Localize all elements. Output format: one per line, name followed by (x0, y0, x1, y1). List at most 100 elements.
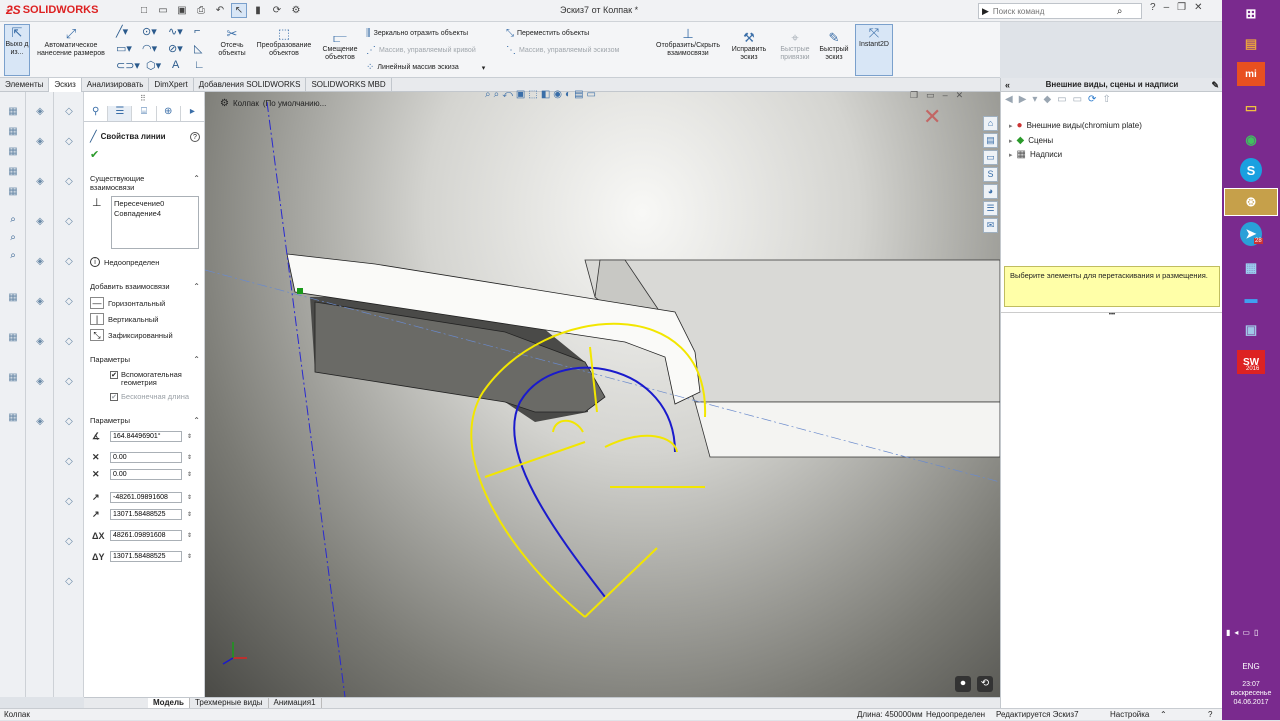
confirmation-corner[interactable]: ✕ (923, 104, 941, 130)
up-icon[interactable]: ⇧ (1102, 94, 1110, 105)
toolbar-button-icon[interactable]: ◈ (33, 336, 47, 348)
toolbar-button-icon[interactable]: ▦ (6, 412, 20, 424)
options-gear-icon[interactable]: ⚙ (288, 3, 304, 18)
new-document-icon[interactable]: □ (136, 3, 152, 18)
scene-icon[interactable]: ▤ (574, 89, 583, 100)
collapse-icon[interactable]: ⌃ (193, 416, 200, 425)
arc-tool-icon[interactable]: ◠▾ (142, 42, 157, 55)
expand-icon[interactable]: ▸ (1009, 151, 1013, 159)
end-y-field[interactable] (110, 509, 182, 520)
yellow-inner-arc[interactable] (604, 434, 678, 453)
file-explorer-icon[interactable]: ▭ (1237, 96, 1265, 120)
fixed-relation-button[interactable]: ⤡ Зафиксированный (90, 329, 173, 341)
start-x-field[interactable] (110, 452, 182, 463)
dropdown-icon[interactable]: ▾ (1032, 94, 1037, 105)
expand-icon[interactable]: ▸ (1009, 122, 1013, 130)
text-tool-icon[interactable]: A (172, 59, 179, 71)
chevron-down-icon[interactable]: ▾ (482, 64, 486, 72)
tree-item-appearances[interactable]: ▸ ● Внешние виды(chromium plate) (1009, 120, 1142, 131)
offset-entities-button[interactable]: ⫍ Смещение объектов (318, 30, 362, 62)
tab-addins[interactable]: Добавления SOLIDWORKS (194, 78, 307, 92)
tab-mbd[interactable]: SOLIDWORKS MBD (306, 78, 392, 92)
yellow-angle-arc[interactable] (552, 419, 584, 433)
spline-tool-icon[interactable]: ∿▾ (168, 25, 183, 38)
collapse-arrows-icon[interactable]: « (1005, 78, 1010, 92)
refresh-icon[interactable]: ⟳ (1088, 94, 1096, 105)
chrome-icon[interactable]: ◉ (1237, 128, 1265, 152)
collapse-icon[interactable]: ⌃ (193, 282, 200, 291)
toolbar-button-icon[interactable]: ◈ (33, 376, 47, 388)
toolbar-button-icon[interactable]: ▦ (6, 146, 20, 158)
toolbar-button-icon[interactable]: ▦ (6, 332, 20, 344)
parameters-header[interactable]: Параметры ⌃ (90, 416, 200, 425)
search-input[interactable] (992, 6, 1113, 16)
open-folder-icon[interactable]: ▭ (155, 3, 171, 18)
breadcrumb-part[interactable]: Колпак (233, 99, 259, 108)
skype-icon[interactable]: S (1240, 158, 1262, 182)
graphics-area[interactable]: ⌕ ⌕ ⤺ ▣ ⬚ ◧ ◉ ◐ ▤ ▭ ❐ ▭ – ✕ ⚙ Колпак (По умолчанию..… (205, 89, 1000, 697)
spin-icon[interactable]: ⇕ (187, 494, 192, 501)
feature-tree-tab-icon[interactable]: ⚲ (84, 106, 109, 121)
restore-button[interactable]: ❐ (1177, 2, 1186, 13)
toolbar-button-icon[interactable]: ▦ (6, 186, 20, 198)
help-icon[interactable]: ? (190, 131, 200, 142)
tab-3d-views[interactable]: Трехмерные виды (190, 698, 269, 708)
toolbar-button-icon[interactable]: ◇ (62, 496, 76, 508)
chamfer-tool-icon[interactable]: ◺ (194, 42, 202, 55)
add-relations-header[interactable]: Добавить взаимосвязи ⌃ (90, 282, 200, 291)
property-manager-tab-icon[interactable]: ☰ (108, 106, 133, 121)
forward-icon[interactable]: ▶ (1019, 94, 1027, 105)
tab-sketch[interactable]: Эскиз (49, 78, 82, 92)
delta-x-field[interactable] (110, 530, 182, 541)
infinite-length-checkbox[interactable]: ✔ Бесконечная длина (110, 393, 189, 401)
section-view-icon[interactable]: ▣ (516, 89, 525, 100)
mirror-button[interactable]: ⫼ Зеркально отразить объекты (366, 28, 468, 39)
help-icon[interactable]: ? (1208, 709, 1212, 721)
show-hide-relations-button[interactable]: ⊥ Отобразить/Скрыть взаимосвязи (648, 26, 728, 58)
quick-snaps-button[interactable]: ⌖ Быстрые привязки (774, 30, 816, 62)
network-icon[interactable]: ▮ (1226, 628, 1230, 637)
horizontal-relation-button[interactable]: — Горизонтальный (90, 297, 165, 309)
toolbar-button-icon[interactable]: ◈ (33, 106, 47, 118)
view-orientation-icon[interactable]: ⬚ (528, 89, 537, 100)
toolbar-button-icon[interactable]: ◇ (62, 136, 76, 148)
microphone-icon[interactable]: ⏺ (955, 676, 971, 692)
rotate-icon[interactable]: ⟲ (977, 676, 993, 692)
angle-field[interactable] (110, 431, 182, 442)
fillet-tool-icon[interactable]: ⌐ (194, 25, 200, 37)
notification-icon[interactable]: ▭ (1242, 628, 1250, 637)
custom-properties-icon[interactable]: ☰ (983, 201, 998, 216)
appearance-icon[interactable]: ◐ (565, 89, 571, 100)
volume-icon[interactable]: ◂ (1234, 628, 1238, 637)
endpoint-marker[interactable] (297, 288, 303, 294)
breadcrumb[interactable]: ⚙ Колпак (По умолчанию... (220, 98, 326, 109)
more-tabs-icon[interactable]: ▸ (181, 106, 206, 121)
undo-icon[interactable]: ↶ (212, 3, 228, 18)
tab-features[interactable]: Элементы (0, 78, 50, 92)
breadcrumb-config[interactable]: (По умолчанию... (263, 99, 326, 108)
toolbar-button-icon[interactable]: ◈ (33, 256, 47, 268)
zoom-area-icon[interactable]: ⌕ (494, 89, 500, 100)
status-units[interactable]: Настройка (1110, 709, 1149, 721)
tile-button[interactable]: ▭ (926, 90, 935, 101)
rectangle-tool-icon[interactable]: ▭▾ (116, 42, 132, 55)
list-item[interactable]: Пересечение0 (114, 199, 196, 209)
instant2d-button[interactable]: ⤧ Instant2D (855, 24, 893, 76)
spin-icon[interactable]: ⇕ (187, 471, 192, 478)
minimize-button[interactable]: – (943, 90, 948, 101)
forum-icon[interactable]: ✉ (983, 218, 998, 233)
toolbar-button-icon[interactable]: ◇ (62, 376, 76, 388)
existing-relations-header[interactable]: Существующие взаимосвязи ⌃ (90, 174, 200, 192)
steam-icon[interactable]: ⊛ (1224, 188, 1278, 216)
appearance-add-icon[interactable]: ◆ (1043, 94, 1051, 105)
repair-sketch-button[interactable]: ⚒ Исправить эскиз (728, 30, 770, 62)
construction-checkbox[interactable]: ✔ Вспомогательная геометрия (110, 371, 191, 387)
panel-grip[interactable]: ⠿ (140, 94, 146, 103)
previous-view-icon[interactable]: ⤺ (502, 89, 513, 100)
toolbar-button-icon[interactable]: ◈ (33, 296, 47, 308)
toolbar-button-icon[interactable]: ▦ (6, 106, 20, 118)
tree-item-scenes[interactable]: ▸ ◆ Сцены (1009, 135, 1053, 146)
toolbar-button-icon[interactable]: ▦ (6, 292, 20, 304)
search-icon[interactable]: ⌕ (1117, 6, 1123, 17)
tab-model[interactable]: Модель (148, 698, 190, 708)
